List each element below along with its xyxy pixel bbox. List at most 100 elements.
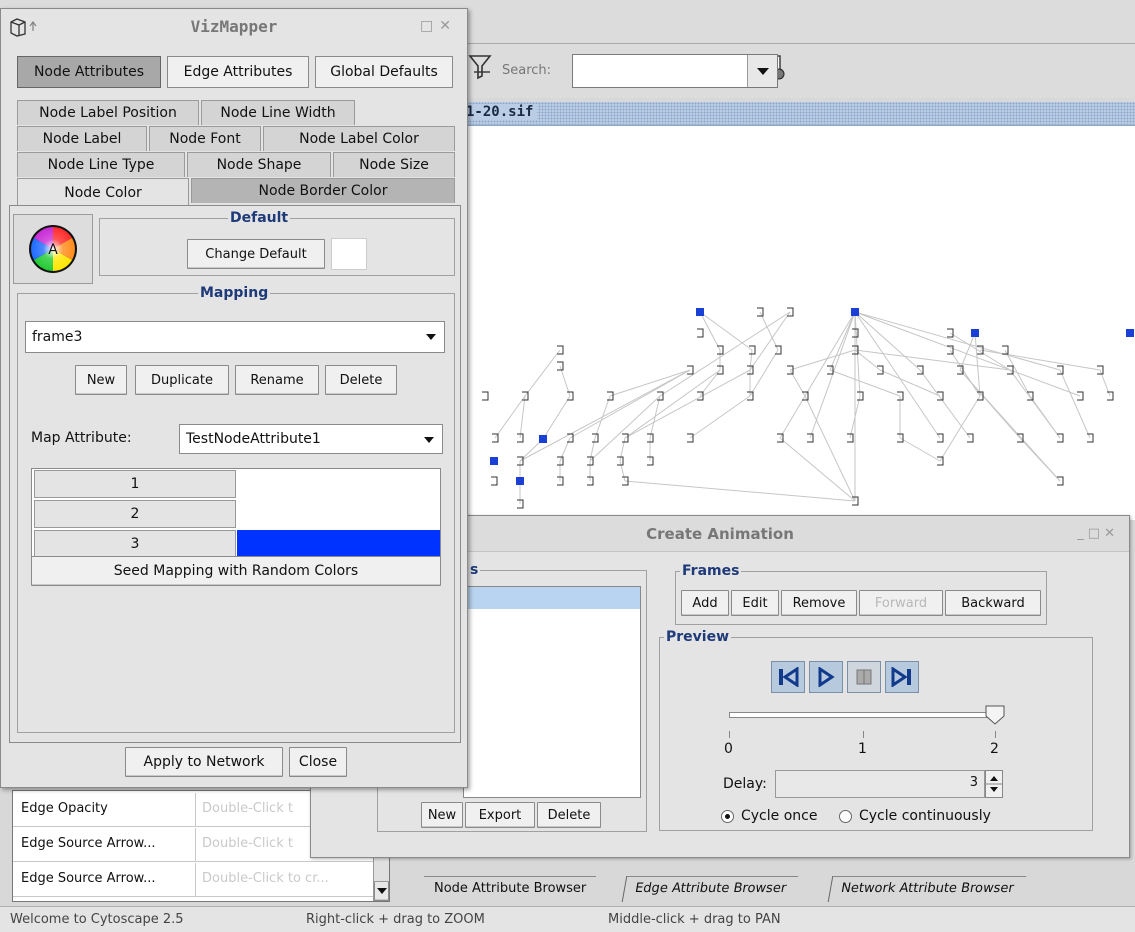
- mapping-color-cell[interactable]: [237, 530, 440, 558]
- preview-legend: Preview: [664, 629, 732, 645]
- tab-node-label[interactable]: Node Label: [17, 126, 147, 151]
- graph-node[interactable]: [697, 328, 704, 338]
- backward-button[interactable]: Backward: [945, 590, 1041, 616]
- graph-node-selected[interactable]: [696, 308, 704, 316]
- attribute-browser-tabs: Node Attribute Browser Edge Attribute Br…: [410, 874, 1135, 904]
- graph-node[interactable]: [482, 391, 489, 401]
- tab-node-shape[interactable]: Node Shape: [187, 152, 331, 177]
- graph-node-selected[interactable]: [971, 329, 979, 337]
- close-icon[interactable]: ✕: [1104, 526, 1119, 541]
- pause-icon[interactable]: [847, 661, 881, 693]
- cycle-continuously-label: Cycle continuously: [859, 808, 991, 824]
- slider-tick: [729, 731, 730, 738]
- list-item[interactable]: Edge Source Arrow... Double-Click to cr.…: [13, 863, 375, 897]
- map-attribute-value: TestNodeAttribute1: [186, 431, 321, 447]
- table-row[interactable]: 1: [34, 470, 236, 498]
- graph-node-selected[interactable]: [1126, 329, 1134, 337]
- cycle-once-radio[interactable]: [721, 810, 734, 823]
- export-button[interactable]: Export: [465, 802, 535, 828]
- tab-node-border-color[interactable]: Node Border Color: [191, 178, 455, 203]
- cycle-once-label: Cycle once: [741, 808, 818, 824]
- dialog-title: VizMapper: [1, 9, 467, 45]
- tab-node-attribute-browser[interactable]: Node Attribute Browser: [424, 876, 597, 902]
- chevron-down-icon[interactable]: [426, 334, 436, 340]
- remove-frame-button[interactable]: Remove: [781, 590, 857, 616]
- graph-edge: [759, 311, 779, 351]
- apply-to-network-button[interactable]: Apply to Network: [125, 747, 283, 777]
- forward-button[interactable]: Forward: [859, 590, 943, 616]
- mapping-color-cell[interactable]: [237, 470, 440, 498]
- preview-slider[interactable]: [729, 712, 1001, 718]
- tab-node-label-color[interactable]: Node Label Color: [263, 126, 455, 151]
- graph-edge: [779, 395, 806, 439]
- graph-node[interactable]: [491, 476, 498, 486]
- rename-mapping-button[interactable]: Rename: [235, 365, 319, 395]
- change-default-button[interactable]: Change Default: [187, 239, 325, 269]
- list-item-selected[interactable]: [464, 587, 640, 609]
- frames-list-legend: s: [468, 562, 481, 578]
- tab-node-line-width[interactable]: Node Line Width: [201, 100, 355, 125]
- search-input[interactable]: [572, 54, 778, 88]
- graph-edge: [809, 311, 856, 439]
- edit-frame-button[interactable]: Edit: [731, 590, 779, 616]
- graph-edge: [829, 311, 856, 371]
- close-button[interactable]: Close: [289, 747, 347, 777]
- graph-node-selected[interactable]: [516, 477, 524, 485]
- mapping-select[interactable]: frame3: [25, 321, 445, 353]
- graph-node-selected[interactable]: [539, 435, 547, 443]
- network-canvas[interactable]: [460, 126, 1135, 524]
- map-attribute-select[interactable]: TestNodeAttribute1: [179, 424, 443, 454]
- new-frame-button[interactable]: New: [421, 802, 463, 828]
- window-controls[interactable]: _□✕: [1077, 526, 1119, 541]
- skip-to-end-icon[interactable]: [885, 661, 919, 693]
- play-icon[interactable]: [809, 661, 843, 693]
- delete-mapping-button[interactable]: Delete: [325, 365, 397, 395]
- table-row[interactable]: 2: [34, 500, 236, 528]
- delay-field[interactable]: 3: [775, 770, 985, 798]
- slider-thumb[interactable]: [984, 704, 1006, 726]
- tab-network-attribute-browser[interactable]: Network Attribute Browser: [827, 876, 1026, 902]
- close-icon[interactable]: ✕: [439, 18, 457, 34]
- delete-frame-button[interactable]: Delete: [537, 802, 601, 828]
- table-row[interactable]: 3: [34, 530, 236, 558]
- tab-node-line-type[interactable]: Node Line Type: [17, 152, 185, 177]
- maximize-icon[interactable]: □: [420, 18, 439, 34]
- default-color-swatch[interactable]: [331, 238, 367, 270]
- graph-node-selected[interactable]: [490, 457, 498, 465]
- status-welcome: Welcome to Cytoscape 2.5: [10, 912, 184, 927]
- graph-edge: [689, 395, 751, 439]
- tab-node-label-position[interactable]: Node Label Position: [17, 100, 199, 125]
- tab-node-size[interactable]: Node Size: [333, 152, 455, 177]
- duplicate-mapping-button[interactable]: Duplicate: [135, 365, 229, 395]
- graph-edge: [699, 311, 753, 351]
- maximize-icon[interactable]: □: [1088, 526, 1104, 541]
- filter-icon[interactable]: [468, 52, 492, 80]
- tab-node-font[interactable]: Node Font: [149, 126, 261, 151]
- edge-attributes-button[interactable]: Edge Attributes: [167, 56, 309, 88]
- chevron-down-icon[interactable]: [424, 437, 434, 443]
- graph-edge: [624, 480, 856, 502]
- tab-node-color[interactable]: Node Color: [17, 178, 189, 206]
- tick-label: 2: [990, 741, 999, 757]
- global-defaults-button[interactable]: Global Defaults: [315, 56, 453, 88]
- cycle-continuously-radio[interactable]: [839, 810, 852, 823]
- window-menu-icon[interactable]: [9, 17, 43, 41]
- frames-list[interactable]: [463, 586, 641, 798]
- tab-edge-attribute-browser[interactable]: Edge Attribute Browser: [621, 876, 799, 902]
- chevron-down-icon[interactable]: [747, 55, 777, 87]
- node-attributes-button[interactable]: Node Attributes: [17, 56, 161, 88]
- skip-to-start-icon[interactable]: [771, 661, 805, 693]
- delay-stepper[interactable]: [985, 770, 1003, 798]
- graph-edge: [524, 349, 561, 397]
- mapping-select-value: frame3: [32, 329, 83, 345]
- graph-node-selected[interactable]: [851, 308, 859, 316]
- search-label: Search:: [502, 63, 552, 78]
- add-frame-button[interactable]: Add: [681, 590, 729, 616]
- new-mapping-button[interactable]: New: [75, 365, 127, 395]
- default-legend: Default: [228, 210, 291, 226]
- seed-random-colors-button[interactable]: Seed Mapping with Random Colors: [31, 556, 441, 586]
- scroll-down-icon[interactable]: [374, 881, 389, 901]
- minimize-icon[interactable]: _: [1077, 526, 1088, 541]
- mapping-color-cell[interactable]: [237, 500, 440, 528]
- window-controls[interactable]: □✕: [420, 18, 457, 34]
